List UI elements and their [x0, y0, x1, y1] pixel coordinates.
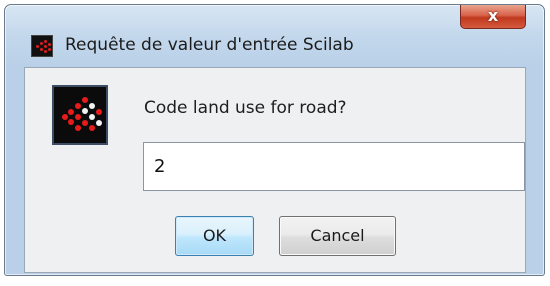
input-dialog-window: Requête de valeur d'entrée Scilab x Code… — [4, 4, 545, 276]
dialog-body: Code land use for road? OK Cancel — [24, 67, 526, 273]
title-bar[interactable]: Requête de valeur d'entrée Scilab x — [5, 5, 544, 65]
scilab-icon — [52, 85, 108, 145]
close-button[interactable]: x — [460, 5, 526, 29]
value-input[interactable] — [143, 142, 525, 191]
window-title: Requête de valeur d'entrée Scilab — [65, 35, 354, 55]
scilab-icon — [31, 35, 53, 57]
ok-button[interactable]: OK — [175, 216, 254, 256]
close-icon: x — [487, 6, 499, 25]
prompt-label: Code land use for road? — [144, 98, 347, 118]
cancel-button[interactable]: Cancel — [279, 216, 396, 256]
